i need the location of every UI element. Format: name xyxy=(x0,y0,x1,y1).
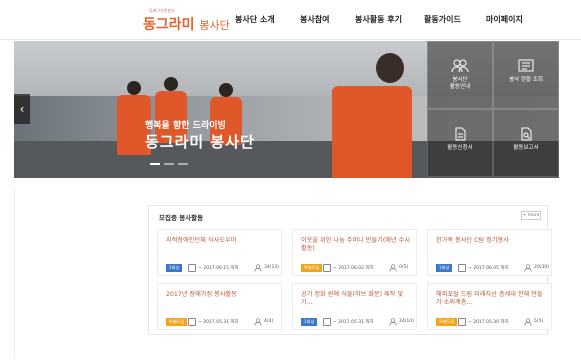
slider-prev-button[interactable]: ‹ xyxy=(14,94,30,124)
nav-about[interactable]: 봉사단 소개 xyxy=(235,14,275,25)
calendar-icon xyxy=(188,264,196,272)
recruit-type-badge: 특별모집 xyxy=(436,318,458,326)
deadline-date: ~ 2017.06.15 까지 xyxy=(198,266,239,271)
card-title: 이웃을 위한 나눔 주머니 만들기(매년 수시 활동) xyxy=(301,237,411,252)
site-header: 동래구자원봉사 동그라미 봉사단 봉사단 소개 봉사참여 봉사활동 후기 활동가… xyxy=(0,0,581,40)
nav-mypage[interactable]: 마이페이지 xyxy=(486,14,523,25)
quick-link-status[interactable]: 봉사 현황 조회 xyxy=(493,41,559,109)
recruit-type-badge: 1회성 xyxy=(166,264,183,272)
volunteer-card[interactable]: 이웃을 위한 나눔 주머니 만들기(매년 수시 활동) 특별모집 ~ 2017.06… xyxy=(292,229,417,276)
volunteer-card[interactable]: 2017년 장애가정 봉사활동특별모집 ~ 2017.05.31 까지 4(4) xyxy=(157,283,282,330)
quick-link-label: 활동보고서 xyxy=(513,145,539,151)
logo-main-text: 동그라미 봉사단 xyxy=(143,17,230,33)
applicant-count: 0(5) xyxy=(399,265,409,270)
card-title: 해피포털 드림 미래자산 층세대 전해 만들기·소외계층… xyxy=(436,291,543,306)
slider-dot[interactable] xyxy=(164,163,174,165)
document-search-icon xyxy=(521,127,532,141)
volunteer-figure xyxy=(127,81,141,95)
user-icon xyxy=(524,264,532,272)
quick-link-label: 봉사단 활동안내 xyxy=(449,77,471,90)
slider-indicator xyxy=(150,161,190,167)
more-button[interactable]: + more xyxy=(521,211,541,220)
list-window-icon xyxy=(518,59,534,72)
hero-subtitle: 행복을 향한 드라이빙 xyxy=(145,121,226,131)
calendar-icon xyxy=(323,264,331,272)
applicant-count: 5(5) xyxy=(534,319,544,324)
card-title: 지적장애인단체 식사도우미 xyxy=(166,237,237,244)
applicant-count: 34(13) xyxy=(264,265,279,270)
quick-link-activity-guide[interactable]: 봉사단 활동안내 xyxy=(427,41,493,109)
applicant-count: 4(4) xyxy=(264,319,274,324)
site-logo[interactable]: 동래구자원봉사 동그라미 봉사단 xyxy=(143,8,230,34)
volunteer-figure xyxy=(219,83,233,97)
nav-guide[interactable]: 활동가이드 xyxy=(424,14,461,25)
nav-participate[interactable]: 봉사참여 xyxy=(300,14,329,25)
volunteer-figure xyxy=(376,53,404,83)
user-icon xyxy=(524,318,532,326)
slider-dot[interactable] xyxy=(150,163,160,165)
volunteer-card[interactable]: 해피포털 드림 미래자산 층세대 전해 만들기·소외계층… 특별모집 ~ 2017.… xyxy=(427,283,552,330)
volunteer-card[interactable]: 한가족 봉사단 C팀 정기봉사 1회성 ~ 2017.06.05 까지 20(30) xyxy=(427,229,552,276)
card-title: 공기 정화 원예 식물(허브 화분) 제작 및 기... xyxy=(301,291,404,306)
slider-dot[interactable] xyxy=(178,163,188,165)
card-title: 한가족 봉사단 C팀 정기봉사 xyxy=(436,237,509,244)
divider xyxy=(14,188,15,358)
calendar-icon xyxy=(458,264,466,272)
deadline-date: ~ 2017.06.02 까지 xyxy=(333,266,374,271)
deadline-date: ~ 2017.05.31 까지 xyxy=(198,320,239,325)
recruit-type-badge: 1회성 xyxy=(436,264,453,272)
chevron-left-icon: ‹ xyxy=(19,102,25,116)
volunteer-figure xyxy=(332,86,412,178)
recruit-type-badge: 1회성 xyxy=(301,318,318,326)
recruit-type-badge: 특별모집 xyxy=(301,264,323,272)
user-icon xyxy=(254,264,262,272)
user-icon xyxy=(254,318,262,326)
volunteer-figure xyxy=(164,77,178,91)
document-edit-icon xyxy=(455,127,466,141)
user-icon xyxy=(389,264,397,272)
board-title: 모집중 봉사활동 xyxy=(159,214,204,222)
deadline-date: ~ 2017.06.05 까지 xyxy=(468,266,509,271)
calendar-icon xyxy=(458,318,466,326)
logo-sub-text: 봉사단 xyxy=(199,19,230,32)
quick-link-application[interactable]: 활동신청서 xyxy=(427,109,493,177)
quick-link-label: 활동신청서 xyxy=(447,145,473,151)
quick-link-label: 봉사 현황 조회 xyxy=(509,77,543,83)
applicant-count: 20(30) xyxy=(534,265,549,270)
quick-link-report[interactable]: 활동보고서 xyxy=(493,109,559,177)
nav-reviews[interactable]: 봉사활동 후기 xyxy=(355,14,402,25)
volunteer-card[interactable]: 공기 정화 원예 식물(허브 화분) 제작 및 기... 1회성 ~ 2017.05… xyxy=(292,283,417,330)
calendar-icon xyxy=(323,318,331,326)
user-icon xyxy=(389,318,397,326)
applicant-count: 14(14) xyxy=(399,319,414,324)
calendar-icon xyxy=(188,318,196,326)
deadline-date: ~ 2017.05.30 까지 xyxy=(468,320,509,325)
quick-links-panel: 봉사단 활동안내 봉사 현황 조회 활동신청서 활동보고서 xyxy=(427,41,559,178)
recruit-type-badge: 특별모집 xyxy=(166,318,188,326)
people-icon xyxy=(451,59,469,73)
hero-title: 동그라미 봉사단 xyxy=(145,133,255,151)
volunteer-card[interactable]: 지적장애인단체 식사도우미 1회성 ~ 2017.06.15 까지 34(13) xyxy=(157,229,282,276)
deadline-date: ~ 2017.05.31 까지 xyxy=(333,320,374,325)
card-title: 2017년 장애가정 봉사활동 xyxy=(166,291,237,298)
